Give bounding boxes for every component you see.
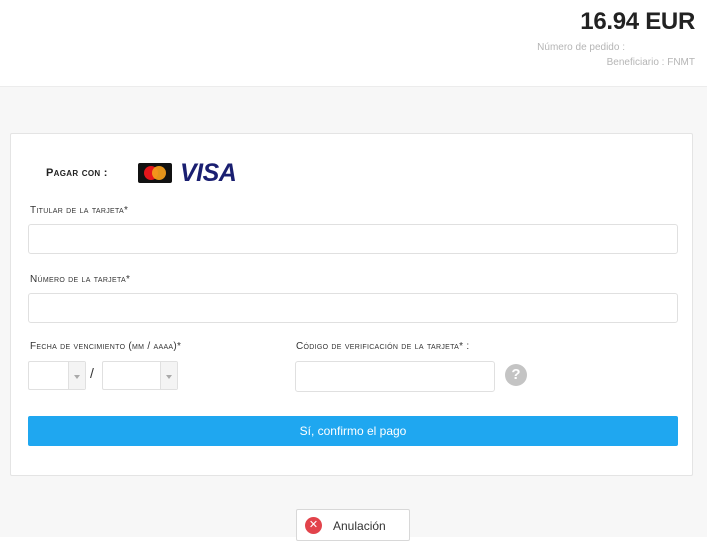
confirm-payment-button[interactable]: Sí, confirmo el pago — [28, 416, 678, 446]
mastercard-icon — [138, 163, 172, 183]
close-icon: ✕ — [305, 517, 322, 534]
mastercard-orange-circle — [152, 166, 166, 180]
cancel-button-label: Anulación — [333, 519, 386, 533]
chevron-down-icon — [74, 375, 80, 379]
cardholder-input[interactable] — [28, 224, 678, 254]
expiry-month-select[interactable] — [28, 361, 86, 390]
expiry-month-dropdown-arrow[interactable] — [68, 362, 85, 389]
cvv-label: Código de verificación de la tarjeta* : — [296, 341, 470, 352]
cvv-input[interactable] — [295, 361, 495, 392]
visa-logo: VISA — [180, 159, 237, 187]
pay-with-label: Pagar con : — [46, 167, 108, 179]
total-amount: 16.94 EUR — [580, 8, 695, 35]
beneficiary-label: Beneficiario : FNMT — [606, 57, 695, 68]
expiry-separator: / — [90, 365, 94, 381]
chevron-down-icon — [166, 375, 172, 379]
order-number-label: Número de pedido : — [537, 42, 625, 53]
help-icon[interactable]: ? — [505, 364, 527, 386]
cardholder-label: Titular de la tarjeta* — [30, 205, 129, 216]
card-number-input[interactable] — [28, 293, 678, 323]
cancel-button[interactable]: ✕ Anulación — [296, 509, 410, 541]
expiry-year-select[interactable] — [102, 361, 178, 390]
expiry-label: Fecha de vencimiento (mm / aaaa)* — [30, 341, 182, 352]
payment-header: 16.94 EUR Número de pedido : Beneficiari… — [0, 0, 707, 86]
expiry-year-dropdown-arrow[interactable] — [160, 362, 177, 389]
card-number-label: Número de la tarjeta* — [30, 274, 131, 285]
